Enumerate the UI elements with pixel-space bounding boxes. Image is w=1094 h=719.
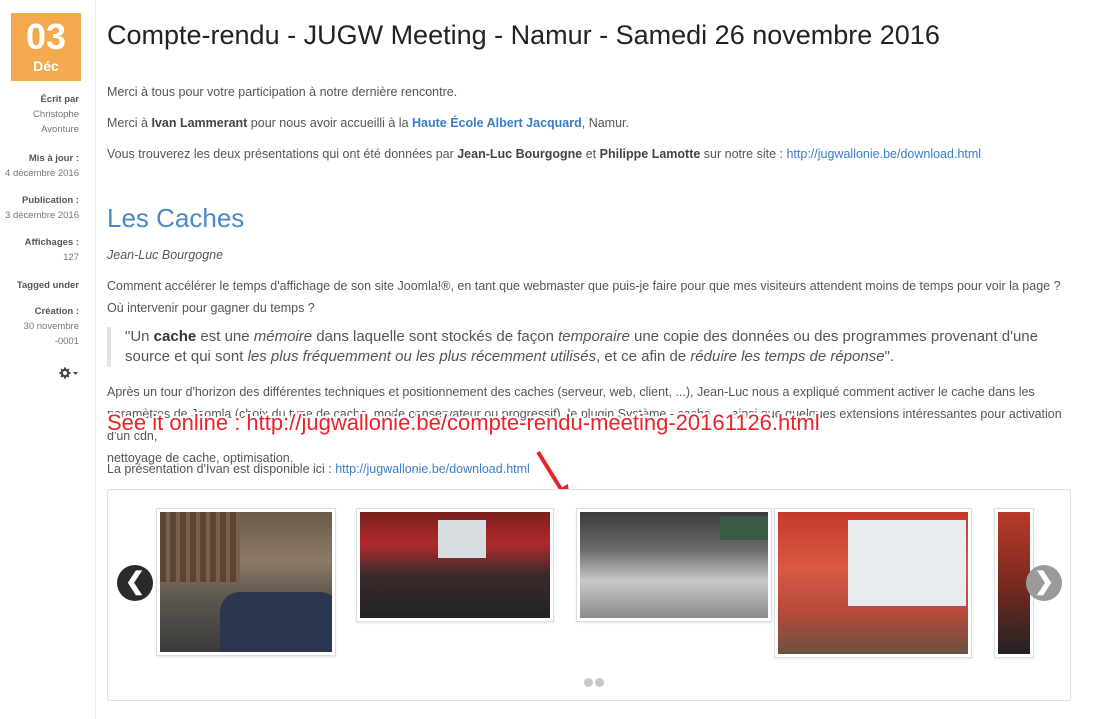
paragraph-host: Merci à Ivan Lammerant pour nous avoir a… [107,112,629,134]
updated-value: 4 décembre 2016 [5,168,79,179]
created-line2: -0001 [54,336,79,347]
text: Vous trouverez les deux présentations qu… [107,147,458,161]
photo-2 [360,512,550,618]
text: est une [196,328,254,345]
text: , et ce afin de [596,348,691,365]
carousel-slide-1[interactable] [156,508,336,656]
meta-created: Création : 30 novembre -0001 [24,304,79,349]
written-by-label: Écrit par [40,94,79,105]
author-line2: Avonture [41,124,79,135]
text: La présentation d'Ivan est disponible ic… [107,462,336,476]
views-label: Affichages : [24,237,79,248]
paragraph-presentations: Vous trouverez les deux présentations qu… [107,143,981,165]
published-value: 3 décembre 2016 [5,210,79,221]
text: Merci à [107,116,152,130]
created-label: Création : [34,306,79,317]
photo-carousel: ❮ ❯ [107,489,1071,701]
cache-definition-quote: "Un cache est une mémoire dans laquelle … [107,327,1067,367]
date-badge: 03 Déc [11,13,81,81]
text: pour nous avoir accueilli à la [247,116,413,130]
date-month: Déc [33,58,59,74]
carousel-dot-2[interactable] [595,678,604,687]
school-link[interactable]: Haute École Albert Jacquard [412,116,582,130]
host-name: Ivan Lammerant [151,116,248,130]
meta-published: Publication : 3 décembre 2016 [5,193,79,223]
text: dans laquelle sont stockés de façon [312,328,559,345]
photo-projection [848,520,966,606]
gear-icon[interactable] [59,367,79,382]
text: , Namur. [581,116,629,130]
text: mémoire [253,328,313,345]
photo-3 [580,512,768,618]
download-link[interactable]: http://jugwallonie.be/download.html [786,147,981,161]
paragraph-thanks: Merci à tous pour votre participation à … [107,85,458,99]
published-label: Publication : [22,195,79,206]
speaker-2: Philippe Lamotte [599,147,701,161]
carousel-slide-2[interactable] [356,508,554,622]
meta-views: Affichages : 127 [25,235,79,265]
section-title: Les Caches [107,203,245,233]
views-value: 127 [63,252,79,263]
photo-board [720,516,768,540]
see-online-overlay: See it online : http://jugwallonie.be/co… [107,410,820,435]
carousel-pagination [584,674,606,692]
section-author: Jean-Luc Bourgogne [107,248,224,262]
meta-updated: Mis à jour : 4 décembre 2016 [5,151,79,181]
text: les plus fréquemment ou les plus récemme… [247,348,597,365]
article-info-sidebar: 03 Déc Écrit par Christophe Avonture Mis… [0,0,96,719]
carousel-next-button[interactable]: ❯ [1026,565,1062,601]
photo-people [220,592,332,652]
speaker-1: Jean-Luc Bourgogne [457,147,583,161]
text: ". [884,348,895,365]
carousel-prev-button[interactable]: ❮ [117,565,153,601]
text: cache [153,328,197,345]
author-line1: Christophe [33,109,79,120]
photo-1 [160,512,332,652]
carousel-slide-4[interactable] [774,508,972,658]
carousel-dot-1[interactable] [584,678,593,687]
gear-dropdown-icon [59,367,78,379]
created-line1: 30 novembre [23,321,79,332]
ivan-download-link[interactable]: http://jugwallonie.be/download.html [335,462,530,476]
photo-screen [438,520,486,558]
tagged-label: Tagged under [16,280,79,291]
carousel-slide-3[interactable] [576,508,772,622]
text: réduire les temps de réponse [690,348,885,365]
meta-tagged: Tagged under [17,278,79,293]
text: sur notre site : [700,147,787,161]
photo-4 [778,512,968,654]
text: et [582,147,600,161]
article-title: Compte-rendu - JUGW Meeting - Namur - Sa… [107,20,940,50]
paragraph-ivan: La présentation d'Ivan est disponible ic… [107,458,530,480]
meta-author: Écrit par Christophe Avonture [33,92,79,137]
paragraph-intro: Comment accélérer le temps d'affichage d… [107,279,1061,315]
date-day: 03 [25,16,67,57]
text: "Un [125,328,154,345]
updated-label: Mis à jour : [28,153,79,164]
text: temporaire [558,328,630,345]
photo-shelves [160,512,240,582]
text: Après un tour d'horizon des différentes … [107,385,1035,399]
